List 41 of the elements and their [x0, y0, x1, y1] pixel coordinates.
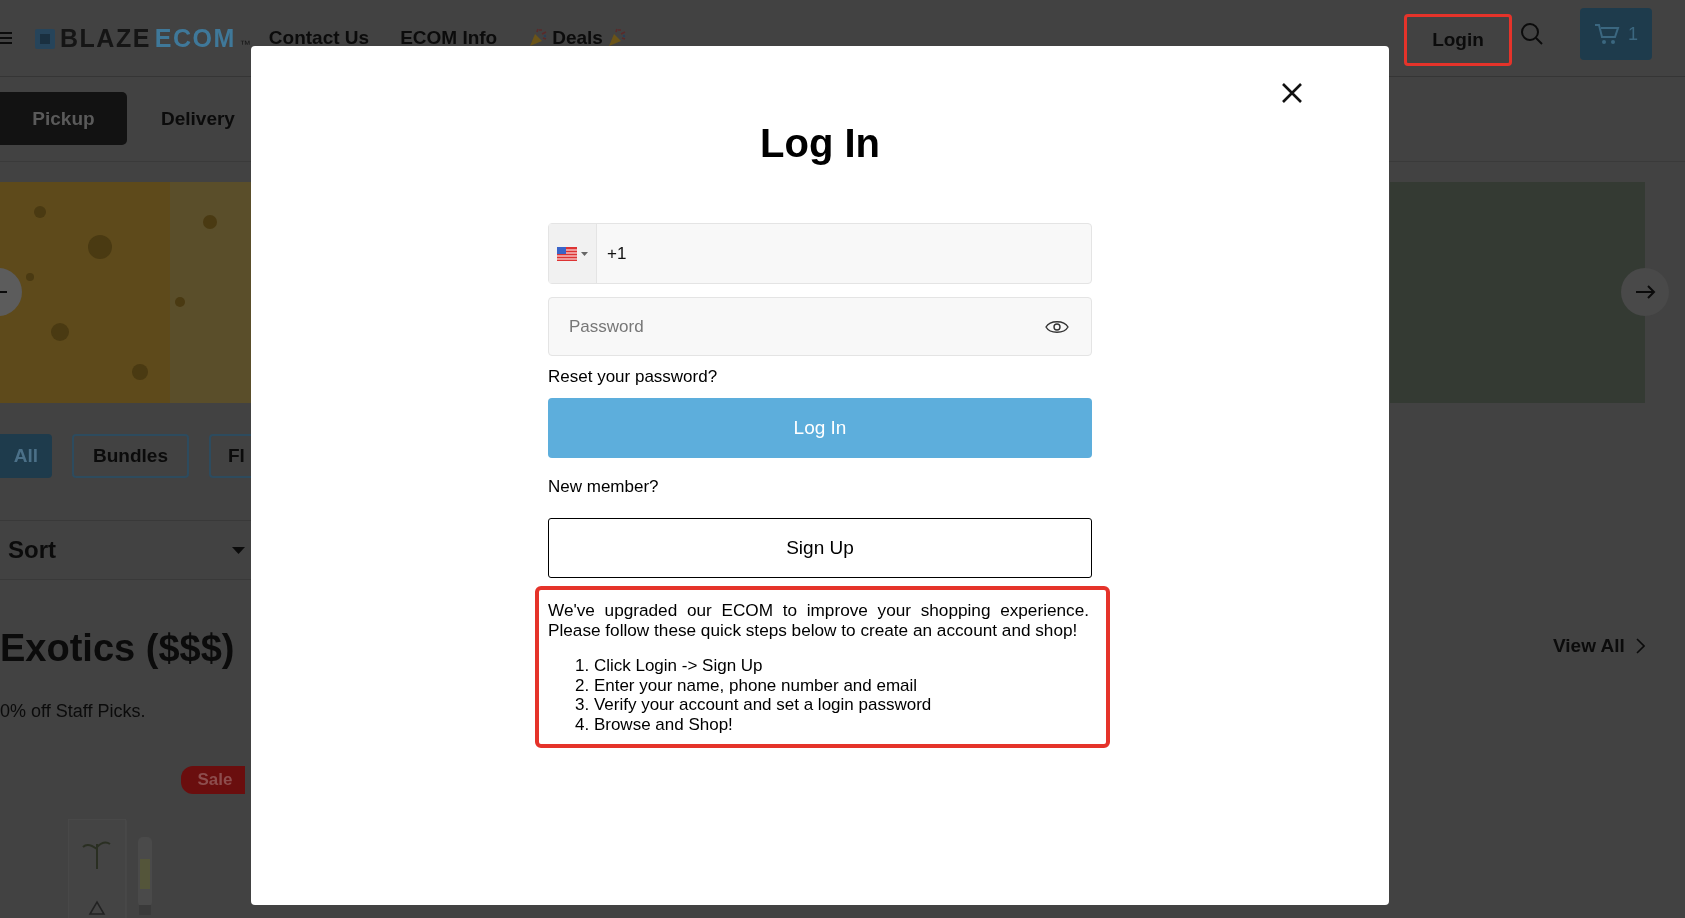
sign-up-button[interactable]: Sign Up — [548, 518, 1092, 578]
sort-label: Sort — [8, 536, 56, 564]
notice-step: 4. Browse and Shop! — [575, 714, 1089, 734]
category-chip[interactable]: Bundles — [72, 434, 189, 478]
notice-step: 1. Click Login -> Sign Up — [575, 656, 1089, 676]
password-field[interactable]: Password — [548, 297, 1092, 356]
party-popper-icon — [528, 28, 549, 48]
caret-icon — [581, 251, 588, 256]
reset-password-link[interactable]: Reset your password? — [548, 367, 718, 387]
sort-dropdown[interactable]: Sort — [0, 520, 251, 580]
menu-icon[interactable] — [0, 31, 12, 45]
search-icon[interactable] — [1520, 22, 1544, 46]
notice-text: We've upgraded our ECOM to improve your shopping experience. Please follow these quick steps below to create an account and shop! — [548, 601, 1089, 640]
party-popper-icon — [606, 28, 627, 48]
nav-link[interactable]: Contact Us — [268, 27, 370, 49]
new-member-text: New member? — [548, 477, 659, 497]
phone-field[interactable]: +1 — [548, 223, 1092, 284]
phone-number-input[interactable]: +1 — [607, 243, 667, 264]
fulfillment-tab[interactable]: Pickup — [0, 92, 127, 145]
notice-step: 2. Enter your name, phone number and email — [575, 675, 1089, 695]
sale-badge: Sale — [181, 766, 245, 794]
flag-icon — [557, 246, 577, 261]
modal-title: Log In — [759, 120, 881, 166]
close-button[interactable] — [1281, 82, 1303, 104]
cart-icon — [1594, 23, 1620, 45]
right-arrow-button[interactable] — [1621, 268, 1669, 316]
password-input[interactable]: Password — [569, 316, 969, 337]
login-submit-button[interactable]: Log In — [548, 398, 1092, 458]
caret-icon — [232, 546, 245, 554]
view-all-link[interactable]: View All — [1553, 635, 1685, 657]
notice-step: 3. Verify your account and set a login password — [575, 695, 1089, 715]
logo-text: ECOM — [154, 23, 236, 53]
close-icon — [1281, 82, 1303, 104]
logo-icon — [34, 26, 56, 50]
eye-icon[interactable] — [1045, 318, 1069, 335]
trademark-mark: ™ — [239, 37, 251, 50]
category-chip[interactable]: All — [0, 434, 52, 478]
country-selector[interactable] — [549, 224, 597, 283]
section-title: Exotics ($$$) — [0, 626, 236, 671]
fulfillment-tab[interactable]: Delivery — [161, 92, 235, 145]
chevron-right-icon — [1635, 638, 1645, 654]
